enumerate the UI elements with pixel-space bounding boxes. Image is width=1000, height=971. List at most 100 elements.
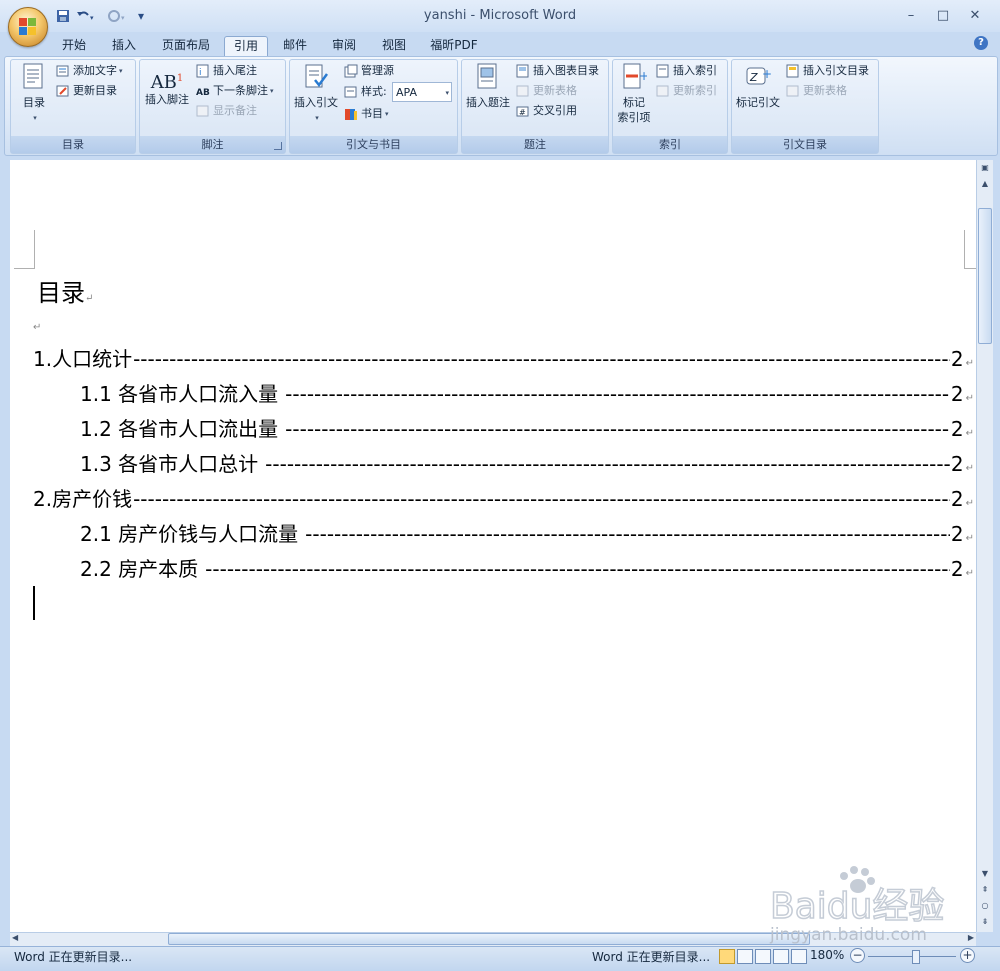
paragraph-mark: ↵ (965, 533, 974, 544)
toc-entry[interactable]: 2.2 房产本质 --------------------------------… (80, 553, 974, 583)
paragraph-mark: ↵ (965, 463, 974, 474)
tab-page-layout[interactable]: 页面布局 (156, 36, 216, 55)
zoom-in-button[interactable]: + (960, 948, 975, 963)
paragraph-mark: ↵ (965, 393, 974, 404)
zoom-level[interactable]: 180% (810, 948, 844, 962)
tab-home[interactable]: 开始 (56, 36, 92, 55)
toc-page-number: 2 (950, 452, 964, 476)
tab-insert[interactable]: 插入 (104, 36, 144, 55)
dialog-launcher-icon[interactable] (274, 142, 282, 150)
zoom-slider-knob[interactable] (912, 950, 920, 964)
toc-page-number: 2 (950, 557, 964, 581)
minimize-button[interactable]: – (898, 8, 924, 23)
tab-view[interactable]: 视图 (374, 36, 414, 55)
group-index-label: 索引 (613, 136, 727, 153)
toc-dot-leader: ----------------------------------------… (205, 557, 950, 581)
update-index-icon (656, 84, 670, 98)
scroll-down-icon[interactable]: ▼ (977, 866, 993, 882)
tab-references[interactable]: 引用 (224, 36, 268, 56)
toc-page-number: 2 (950, 382, 964, 406)
toc-dot-leader: ----------------------------------------… (285, 382, 950, 406)
toc-entry[interactable]: 1.1 各省市人口流入量 ----------------------------… (80, 378, 974, 408)
mark-entry-icon: + (621, 62, 649, 92)
toc-entry[interactable]: 2.1 房产价钱与人口流量 ---------------------------… (80, 518, 974, 548)
update-toc-button[interactable]: 更新目录 (56, 82, 117, 100)
insert-caption-button[interactable]: 插入题注 (464, 62, 512, 110)
update-table-icon (516, 84, 530, 98)
horizontal-scroll-thumb[interactable] (168, 933, 810, 945)
next-footnote-button[interactable]: AB 下一条脚注 ▾ (196, 82, 274, 100)
toc-button[interactable]: 目录 ▾ (16, 62, 52, 126)
previous-page-icon[interactable]: ⇞ (977, 882, 993, 898)
toc-page-number: 2 (950, 487, 964, 511)
insert-footnote-label: 插入脚注 (145, 93, 189, 106)
scroll-up-icon[interactable]: ▲ (977, 176, 993, 192)
full-screen-reading-view-icon[interactable] (737, 949, 753, 964)
bibliography-button[interactable]: 书目 ▾ (344, 105, 389, 123)
mark-citation-button[interactable]: Z + 标记引文 (734, 62, 782, 110)
close-button[interactable]: ✕ (962, 8, 988, 23)
citation-style-select[interactable]: APA ▾ (392, 82, 452, 102)
mark-entry-label-1: 标记 (623, 96, 645, 109)
update-toa-button[interactable]: 更新表格 (786, 82, 847, 100)
draft-view-icon[interactable] (791, 949, 807, 964)
insert-index-button[interactable]: 插入索引 (656, 62, 717, 80)
zoom-out-button[interactable]: − (850, 948, 865, 963)
insert-citation-button[interactable]: 插入引文 ▾ (292, 62, 340, 126)
style-icon (344, 85, 358, 99)
chevron-down-icon: ▾ (33, 113, 37, 122)
svg-text:Z: Z (749, 71, 758, 84)
ruler-toggle-icon[interactable]: ▣ (977, 160, 993, 176)
scroll-left-icon[interactable]: ◀ (12, 933, 18, 942)
chevron-down-icon: ▾ (385, 110, 389, 118)
chevron-down-icon: ▾ (445, 89, 449, 97)
text-cursor (33, 586, 35, 620)
mark-entry-button[interactable]: + 标记 索引项 (614, 62, 654, 125)
browse-object-icon[interactable]: ○ (977, 898, 993, 914)
next-page-icon[interactable]: ⇟ (977, 914, 993, 930)
show-notes-label: 显示备注 (213, 104, 257, 117)
tab-mailings[interactable]: 邮件 (276, 36, 314, 55)
toc-entry-text: 1.2 各省市人口流出量 (80, 417, 279, 441)
mark-entry-label-2: 索引项 (617, 111, 651, 124)
cross-reference-button[interactable]: # 交叉引用 (516, 102, 577, 120)
insert-table-of-figures-button[interactable]: 插入图表目录 (516, 62, 599, 80)
toc-page-number: 2 (950, 417, 964, 441)
help-icon[interactable]: ? (974, 36, 988, 50)
update-index-button[interactable]: 更新索引 (656, 82, 717, 100)
add-text-button[interactable]: 添加文字 ▾ (56, 62, 123, 80)
tab-foxit-pdf[interactable]: 福昕PDF (424, 36, 484, 55)
toc-entry-text: 1.1 各省市人口流入量 (80, 382, 279, 406)
toc-entry[interactable]: 1.人口统计 ----------------------------------… (33, 343, 974, 373)
maximize-button[interactable]: □ (930, 8, 956, 23)
manage-sources-button[interactable]: 管理源 (344, 62, 394, 80)
tab-review[interactable]: 审阅 (324, 36, 364, 55)
outline-view-icon[interactable] (773, 949, 789, 964)
svg-text:#: # (519, 108, 526, 117)
update-toc-icon (56, 84, 70, 98)
toc-entry-text: 1.人口统计 (33, 347, 133, 371)
toc-entry[interactable]: 1.2 各省市人口流出量 ----------------------------… (80, 413, 974, 443)
vertical-scroll-thumb[interactable] (978, 208, 992, 344)
insert-index-icon (656, 64, 670, 78)
toc-entry[interactable]: 2.房产价钱 ----------------------------------… (33, 483, 974, 513)
svg-text:i: i (199, 68, 202, 78)
web-layout-view-icon[interactable] (755, 949, 771, 964)
watermark-url: jingyan.baidu.com (770, 925, 927, 945)
toc-dot-leader: ----------------------------------------… (133, 347, 950, 371)
insert-citation-icon (303, 62, 329, 92)
insert-toa-button[interactable]: 插入引文目录 (786, 62, 869, 80)
insert-endnote-button[interactable]: i 插入尾注 (196, 62, 257, 80)
toc-entry[interactable]: 1.3 各省市人口总计 -----------------------------… (80, 448, 974, 478)
print-layout-view-icon[interactable] (719, 949, 735, 964)
insert-index-label: 插入索引 (673, 64, 717, 77)
show-notes-button[interactable]: 显示备注 (196, 102, 257, 120)
toc-dot-leader: ----------------------------------------… (265, 452, 950, 476)
insert-toa-label: 插入引文目录 (803, 64, 869, 77)
window-title: yanshi - Microsoft Word (423, 8, 577, 23)
paragraph-mark: ↵ (965, 358, 974, 369)
update-table-button[interactable]: 更新表格 (516, 82, 577, 100)
toc-entry-text: 2.1 房产价钱与人口流量 (80, 522, 299, 546)
insert-footnote-button[interactable]: AB1 插入脚注 (142, 66, 192, 107)
office-button[interactable] (8, 7, 48, 47)
